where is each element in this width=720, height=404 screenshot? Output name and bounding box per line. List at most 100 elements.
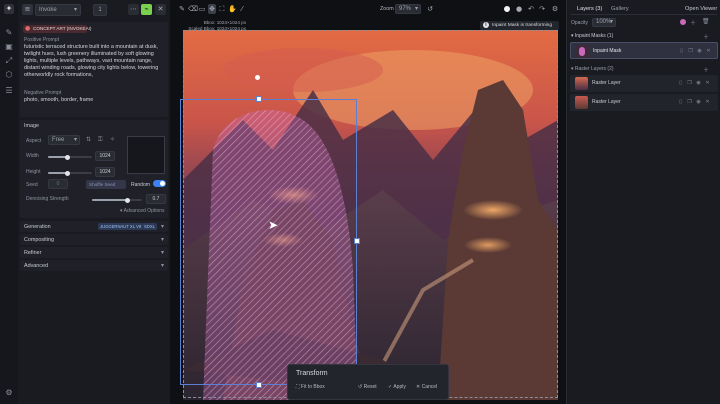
- positive-prompt-input[interactable]: futuristic terraced structure built into…: [24, 44, 164, 86]
- visibility-icon[interactable]: ◉: [696, 80, 701, 86]
- denoise-slider[interactable]: [92, 197, 142, 203]
- optimal-size-icon[interactable]: ✧: [110, 136, 115, 143]
- compositing-section[interactable]: Compositing ▾: [20, 234, 168, 245]
- canvas-area[interactable]: ➤ ✎ ⌫ ▭ ✥ ⛶ ✋ ⁄ Bbox: 1024×1024 px Scale…: [170, 0, 566, 404]
- swap-dimensions-icon[interactable]: ⇅: [86, 136, 91, 143]
- lock-icon[interactable]: ▯: [678, 80, 683, 86]
- delete-icon[interactable]: ✕: [705, 80, 710, 86]
- lock-icon[interactable]: ▯: [679, 48, 684, 54]
- seed-input[interactable]: 0: [48, 179, 68, 189]
- layer-thumbnail: [575, 77, 588, 90]
- reset-label: Reset: [363, 384, 377, 390]
- negative-prompt-label: Negative Prompt: [24, 90, 62, 96]
- eyedropper-icon[interactable]: ⁄: [238, 4, 246, 14]
- generation-section[interactable]: Generation JUGGERNAUT XL V9 SDXL ▾: [20, 221, 168, 232]
- scaled-bbox-label: Scaled Bbox:: [188, 26, 216, 31]
- lock-aspect-icon[interactable]: ⚿: [98, 136, 103, 144]
- lock-icon[interactable]: ▯: [678, 99, 683, 105]
- invoke-menu-button[interactable]: ≡: [22, 4, 33, 15]
- invoke-wand-button[interactable]: ⌁: [141, 4, 152, 15]
- undo-icon[interactable]: ↶: [527, 4, 535, 14]
- image-section: Image Aspect Free ▾ ⇅ ⚿ ✧ Width 1024 Heig…: [20, 120, 168, 218]
- zoom-select[interactable]: 97% ▾: [395, 4, 421, 14]
- inpaint-group-label: Inpaint Masks (1): [574, 33, 614, 39]
- fit-to-bbox-button[interactable]: ⛶ Fit to Bbox: [296, 384, 325, 390]
- models-tab-icon[interactable]: ☰: [4, 86, 14, 96]
- cancel-queue-icon[interactable]: ✕: [155, 4, 166, 15]
- width-slider-thumb[interactable]: [65, 154, 71, 160]
- width-input[interactable]: 1024: [95, 151, 115, 161]
- transform-icon[interactable]: ⛶: [218, 4, 226, 14]
- eraser-icon[interactable]: ⌫: [188, 4, 198, 14]
- inpaint-masks-group[interactable]: ▾ Inpaint Masks (1): [571, 33, 613, 39]
- canvas-tab-icon[interactable]: ✎: [4, 28, 14, 38]
- upscale-tab-icon[interactable]: ⤢: [4, 56, 14, 66]
- settings-icon[interactable]: ⚙: [4, 388, 14, 398]
- add-mask-icon[interactable]: ＋: [703, 32, 709, 41]
- batch-count-input[interactable]: 1: [93, 4, 107, 16]
- width-slider[interactable]: [48, 154, 92, 160]
- transform-handle-right[interactable]: [354, 238, 360, 244]
- negative-prompt-input[interactable]: photo, smooth, border, frame: [24, 97, 164, 104]
- transform-rotate-handle[interactable]: [255, 75, 260, 80]
- queue-options-icon[interactable]: ⋯: [128, 4, 139, 15]
- visibility-icon[interactable]: ◉: [696, 99, 701, 105]
- tab-gallery[interactable]: Gallery: [611, 6, 629, 12]
- random-seed-toggle[interactable]: [153, 180, 166, 187]
- duplicate-icon[interactable]: ❐: [687, 80, 692, 86]
- mask-color-icon[interactable]: [680, 19, 686, 25]
- denoise-input[interactable]: 0.7: [146, 194, 166, 204]
- visibility-icon[interactable]: ◉: [697, 48, 702, 54]
- image-section-title[interactable]: Image: [24, 123, 39, 129]
- color-swatch-icon[interactable]: [504, 6, 510, 12]
- redo-icon[interactable]: ↷: [538, 4, 546, 14]
- model-select-label: Invoke: [39, 7, 57, 13]
- delete-icon[interactable]: ✕: [705, 99, 710, 105]
- rectangle-icon[interactable]: ▭: [198, 4, 206, 14]
- model-select[interactable]: Invoke ▾: [35, 4, 81, 16]
- opacity-select[interactable]: 100% ▾: [592, 18, 616, 27]
- delete-icon[interactable]: ✕: [706, 48, 711, 54]
- layers-panel: Layers (3) Gallery Open Viewer Opacity 1…: [566, 0, 720, 404]
- open-viewer-button[interactable]: Open Viewer: [685, 6, 717, 12]
- chevron-down-icon: ▾: [160, 223, 164, 230]
- brush-size-icon[interactable]: ●: [515, 4, 523, 14]
- cancel-button[interactable]: ✕ Cancel: [416, 384, 437, 390]
- reset-button[interactable]: ↺ Reset: [358, 384, 377, 390]
- layer-row-raster-2[interactable]: Raster Layer ▯ ❐ ◉ ✕: [570, 94, 718, 111]
- delete-layer-icon[interactable]: 🗑: [702, 18, 710, 25]
- toggle-knob: [160, 181, 165, 186]
- layer-row-raster-1[interactable]: Raster Layer ▯ ❐ ◉ ✕: [570, 75, 718, 92]
- denoise-slider-thumb[interactable]: [124, 197, 130, 203]
- apply-button[interactable]: ✓ Apply: [388, 384, 406, 390]
- duplicate-icon[interactable]: ❐: [687, 99, 692, 105]
- raster-layers-group[interactable]: ▾ Raster Layers (2): [571, 66, 614, 72]
- gallery-tab-icon[interactable]: ▣: [4, 42, 14, 52]
- scaled-bbox-value: 1024×1024 px: [216, 26, 246, 31]
- advanced-options-toggle[interactable]: ▾ Advanced Options: [120, 208, 165, 214]
- transform-handle-bottom[interactable]: [256, 382, 262, 388]
- move-icon[interactable]: ✥: [208, 4, 216, 14]
- height-slider[interactable]: [48, 170, 92, 176]
- transform-handle-top[interactable]: [256, 96, 262, 102]
- style-badge[interactable]: ● CONCEPT ART (INVOKEAI): [23, 25, 91, 33]
- height-slider-thumb[interactable]: [65, 170, 71, 176]
- layer-row-inpaint-mask[interactable]: Inpaint Mask ▯ ❐ ◉ ✕: [570, 42, 718, 59]
- advanced-section[interactable]: Advanced ▾: [20, 260, 168, 271]
- shuffle-seed-button[interactable]: Shuffle Seed: [86, 180, 126, 189]
- refiner-section[interactable]: Refiner ▾: [20, 247, 168, 258]
- transform-box[interactable]: [180, 99, 357, 385]
- model-type-badge: SDXL: [142, 223, 157, 230]
- brush-icon[interactable]: ✎: [178, 4, 186, 14]
- reset-view-icon[interactable]: ↺: [426, 4, 434, 14]
- duplicate-icon[interactable]: ❐: [688, 48, 693, 54]
- height-input[interactable]: 1024: [95, 167, 115, 177]
- app-logo-icon[interactable]: ✦: [4, 4, 14, 14]
- workflow-tab-icon[interactable]: ⬡: [4, 70, 14, 80]
- hand-icon[interactable]: ✋: [228, 4, 237, 14]
- add-raster-icon[interactable]: ＋: [703, 65, 709, 74]
- add-layer-icon[interactable]: ＋: [690, 18, 696, 27]
- tab-layers[interactable]: Layers (3): [577, 6, 602, 12]
- canvas-settings-icon[interactable]: ⚙: [551, 4, 559, 14]
- aspect-select[interactable]: Free ▾: [48, 135, 80, 145]
